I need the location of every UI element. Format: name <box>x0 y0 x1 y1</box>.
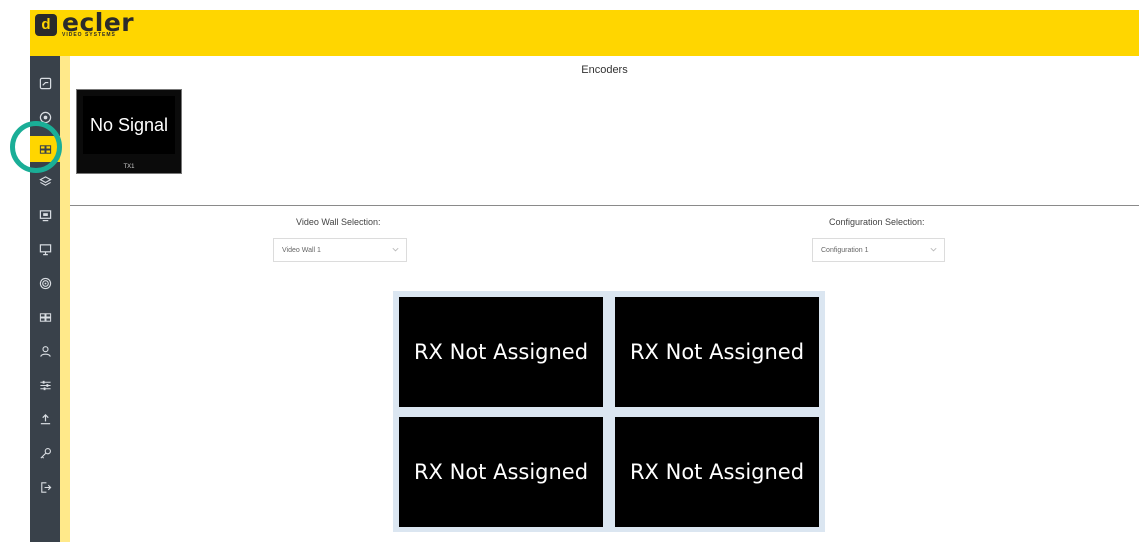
configuration-select-value: Configuration 1 <box>821 246 869 254</box>
video-wall-selection-label: Video Wall Selection: <box>296 217 381 227</box>
sidebar-accent-strip <box>60 56 70 542</box>
left-margin <box>0 0 30 542</box>
sidebar-item-display[interactable] <box>30 202 60 228</box>
brand-logo[interactable]: d ecler VIDEO SYSTEMS <box>35 10 134 38</box>
sidebar-item-logout[interactable] <box>30 474 60 500</box>
key-icon <box>39 447 51 459</box>
video-wall-select-value: Video Wall 1 <box>282 246 321 254</box>
video-wall-cell[interactable]: RX Not Assigned <box>399 417 603 527</box>
section-divider <box>70 205 1139 206</box>
rx-status: RX Not Assigned <box>629 340 805 364</box>
sidebar-item-monitor[interactable] <box>30 236 60 262</box>
sidebar-item-matrix[interactable] <box>30 304 60 330</box>
chevron-down-icon <box>392 247 399 252</box>
encoder-preview: No Signal <box>83 96 175 154</box>
sidebar-item-key[interactable] <box>30 440 60 466</box>
encoder-tile-tx1[interactable]: No Signal TX1 <box>76 89 182 174</box>
sliders-icon <box>39 380 51 390</box>
sidebar-item-dashboard[interactable] <box>30 70 60 96</box>
rx-status: RX Not Assigned <box>629 460 805 484</box>
sidebar-item-signal[interactable] <box>30 270 60 296</box>
rx-status: RX Not Assigned <box>413 340 589 364</box>
encoder-status: No Signal <box>89 114 169 135</box>
matrix-icon <box>39 312 51 322</box>
monitor-icon <box>39 243 51 255</box>
brand-mark: d <box>35 14 57 36</box>
rx-status: RX Not Assigned <box>413 460 589 484</box>
encoder-label: TX1 <box>123 164 135 170</box>
sidebar-item-settings[interactable] <box>30 372 60 398</box>
upload-icon <box>40 413 50 424</box>
video-wall-grid: RX Not Assigned RX Not Assigned RX Not A… <box>393 291 825 532</box>
highlight-ring <box>10 121 62 173</box>
video-wall-cell[interactable]: RX Not Assigned <box>399 297 603 407</box>
video-wall-select[interactable]: Video Wall 1 <box>273 238 407 262</box>
display-icon <box>39 209 51 221</box>
configuration-select[interactable]: Configuration 1 <box>812 238 945 262</box>
layers-icon <box>38 175 52 186</box>
user-icon <box>39 345 51 357</box>
sidebar-item-user[interactable] <box>30 338 60 364</box>
sidebar-item-upload[interactable] <box>30 406 60 432</box>
video-wall-cell[interactable]: RX Not Assigned <box>615 417 819 527</box>
encoders-title: Encoders <box>581 64 628 76</box>
logout-icon <box>40 481 51 493</box>
configuration-selection-label: Configuration Selection: <box>829 217 925 227</box>
dashboard-icon <box>39 77 51 89</box>
chevron-down-icon <box>930 247 937 252</box>
header-bar: d ecler VIDEO SYSTEMS <box>30 10 1139 56</box>
signal-icon <box>39 277 51 289</box>
video-wall-cell[interactable]: RX Not Assigned <box>615 297 819 407</box>
